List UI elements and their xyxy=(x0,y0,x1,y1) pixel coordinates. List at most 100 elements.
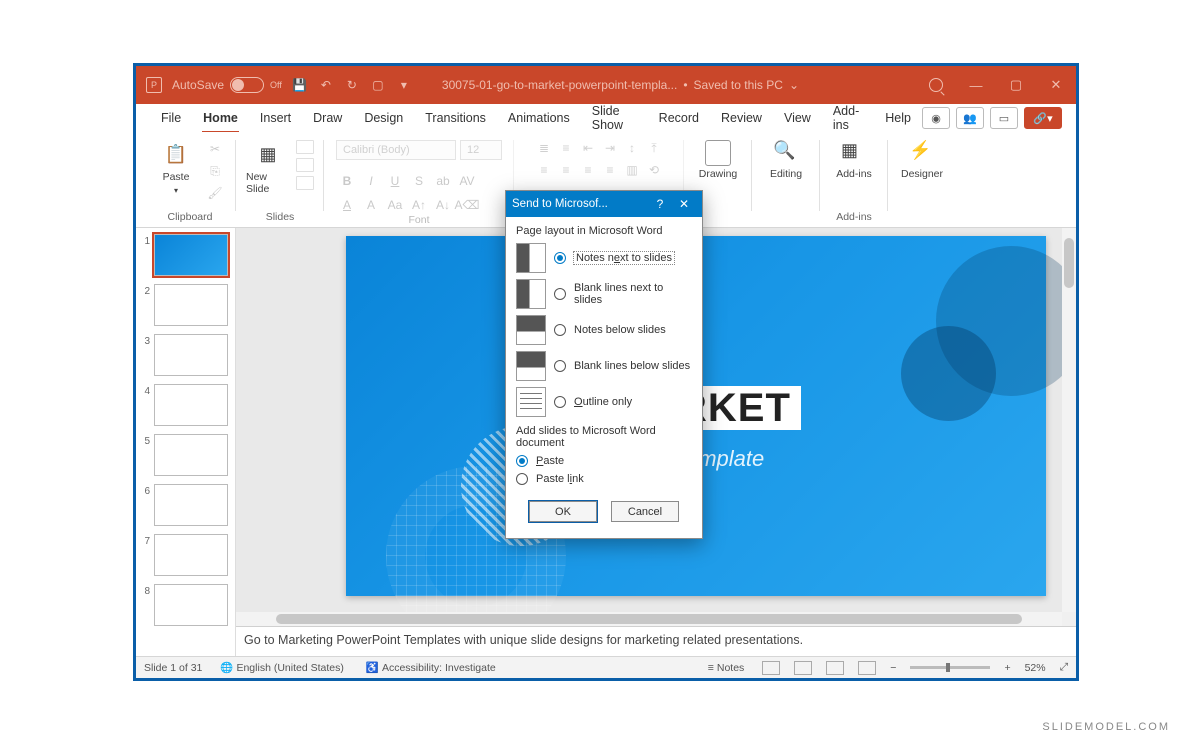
strike-icon[interactable]: S xyxy=(408,172,430,190)
font-color-icon[interactable]: A xyxy=(336,196,358,214)
columns-icon[interactable]: ▥ xyxy=(622,162,642,178)
new-slide-button[interactable]: ▦ New Slide xyxy=(246,140,290,195)
drawing-button[interactable]: Drawing xyxy=(694,140,742,180)
language-status[interactable]: 🌐 English (United States) xyxy=(216,661,347,674)
cut-icon[interactable]: ✂ xyxy=(204,140,226,158)
thumbnail-6[interactable] xyxy=(154,484,228,526)
option-blank-below[interactable]: Blank lines below slides xyxy=(516,351,692,381)
tab-help[interactable]: Help xyxy=(874,104,922,132)
vertical-scrollbar[interactable] xyxy=(1062,228,1076,612)
close-button[interactable]: ✕ xyxy=(1036,66,1076,104)
align-left-icon[interactable]: ≡ xyxy=(534,162,554,178)
zoom-level[interactable]: 52% xyxy=(1025,662,1046,674)
cancel-button[interactable]: Cancel xyxy=(611,501,679,522)
dialog-close-icon[interactable]: ✕ xyxy=(672,197,696,211)
radio-blank-next[interactable] xyxy=(554,288,566,300)
toggle-off-icon[interactable] xyxy=(230,77,264,93)
designer-button[interactable]: ⚡ Designer xyxy=(898,140,946,180)
tab-slideshow[interactable]: Slide Show xyxy=(581,104,648,132)
tab-file[interactable]: File xyxy=(150,104,192,132)
notes-toggle[interactable]: ≡ Notes xyxy=(704,662,749,674)
vscroll-thumb[interactable] xyxy=(1064,238,1074,288)
radio-notes-below[interactable] xyxy=(554,324,566,336)
teams-tool-icon[interactable]: 👥 xyxy=(956,107,984,129)
shadow-icon[interactable]: ab xyxy=(432,172,454,190)
smartart-icon[interactable]: ⟲ xyxy=(644,162,664,178)
line-spacing-icon[interactable]: ↕ xyxy=(622,140,642,156)
editing-button[interactable]: 🔍 Editing xyxy=(762,140,810,180)
zoom-slider[interactable] xyxy=(910,666,990,669)
dialog-titlebar[interactable]: Send to Microsof... ? ✕ xyxy=(506,191,702,217)
layout-icon[interactable] xyxy=(296,140,314,154)
radio-paste-link[interactable] xyxy=(516,473,528,485)
font-size-select[interactable]: 12 xyxy=(460,140,502,160)
numbering-icon[interactable]: ≡ xyxy=(556,140,576,156)
radio-blank-below[interactable] xyxy=(554,360,566,372)
maximize-button[interactable]: ▢ xyxy=(996,66,1036,104)
tab-design[interactable]: Design xyxy=(353,104,414,132)
radio-paste[interactable] xyxy=(516,455,528,467)
grow-font-icon[interactable]: A↑ xyxy=(408,196,430,214)
notes-pane[interactable]: Go to Marketing PowerPoint Templates wit… xyxy=(236,626,1076,656)
dialog-help-icon[interactable]: ? xyxy=(648,197,672,211)
present-icon[interactable]: ▢ xyxy=(370,77,386,93)
save-status-caret-icon[interactable]: ⌄ xyxy=(789,78,799,92)
option-notes-below[interactable]: Notes below slides xyxy=(516,315,692,345)
format-painter-icon[interactable]: 🖌 xyxy=(204,184,226,202)
tab-review[interactable]: Review xyxy=(710,104,773,132)
align-right-icon[interactable]: ≡ xyxy=(578,162,598,178)
slide-counter[interactable]: Slide 1 of 31 xyxy=(144,662,202,674)
undo-icon[interactable]: ↶ xyxy=(318,77,334,93)
option-blank-next[interactable]: Blank lines next to slides xyxy=(516,279,692,309)
autosave-toggle[interactable]: AutoSave Off xyxy=(172,77,282,93)
tab-animations[interactable]: Animations xyxy=(497,104,581,132)
thumbnail-5[interactable] xyxy=(154,434,228,476)
clear-format-icon[interactable]: A⌫ xyxy=(456,196,478,214)
thumbnail-4[interactable] xyxy=(154,384,228,426)
indent-in-icon[interactable]: ⇥ xyxy=(600,140,620,156)
slide-thumbnails[interactable]: 1 2 3 4 5 6 7 8 xyxy=(136,228,236,656)
horizontal-scrollbar[interactable] xyxy=(236,612,1062,626)
addins-button[interactable]: ▦ Add-ins xyxy=(830,140,878,180)
align-center-icon[interactable]: ≡ xyxy=(556,162,576,178)
reset-icon[interactable] xyxy=(296,158,314,172)
slideshow-view-icon[interactable] xyxy=(858,661,876,675)
sorter-view-icon[interactable] xyxy=(794,661,812,675)
normal-view-icon[interactable] xyxy=(762,661,780,675)
justify-icon[interactable]: ≡ xyxy=(600,162,620,178)
indent-out-icon[interactable]: ⇤ xyxy=(578,140,598,156)
bullets-icon[interactable]: ≣ xyxy=(534,140,554,156)
tab-draw[interactable]: Draw xyxy=(302,104,353,132)
thumbnail-8[interactable] xyxy=(154,584,228,626)
radio-outline[interactable] xyxy=(554,396,566,408)
search-button[interactable] xyxy=(916,66,956,104)
italic-icon[interactable]: I xyxy=(360,172,382,190)
accessibility-status[interactable]: ♿ Accessibility: Investigate xyxy=(362,661,500,674)
hscroll-thumb[interactable] xyxy=(276,614,1022,624)
font-name-select[interactable]: Calibri (Body) xyxy=(336,140,456,160)
option-outline[interactable]: Outline only xyxy=(516,387,692,417)
thumbnail-7[interactable] xyxy=(154,534,228,576)
section-icon[interactable] xyxy=(296,176,314,190)
redo-icon[interactable]: ↻ xyxy=(344,77,360,93)
copy-icon[interactable]: ⎘ xyxy=(204,162,226,180)
ok-button[interactable]: OK xyxy=(529,501,597,522)
tab-home[interactable]: Home xyxy=(192,104,249,132)
underline-icon[interactable]: U xyxy=(384,172,406,190)
radio-notes-next[interactable] xyxy=(554,252,566,264)
share-button[interactable]: 🔗▾ xyxy=(1024,107,1062,129)
save-icon[interactable]: 💾 xyxy=(292,77,308,93)
collapse-ribbon-icon[interactable]: ▭ xyxy=(990,107,1018,129)
zoom-in-icon[interactable]: + xyxy=(1004,662,1010,674)
text-direction-icon[interactable]: ⤒ xyxy=(644,140,664,156)
thumbnail-3[interactable] xyxy=(154,334,228,376)
tab-record[interactable]: Record xyxy=(648,104,710,132)
option-paste-link[interactable]: Paste link xyxy=(516,473,692,485)
save-status[interactable]: Saved to this PC xyxy=(694,78,783,92)
case-icon[interactable]: Aa xyxy=(384,196,406,214)
record-tool-icon[interactable]: ◉ xyxy=(922,107,950,129)
zoom-out-icon[interactable]: − xyxy=(890,662,896,674)
shrink-font-icon[interactable]: A↓ xyxy=(432,196,454,214)
highlight-icon[interactable]: A xyxy=(360,196,382,214)
paste-button[interactable]: 📋 Paste ▾ xyxy=(154,140,198,195)
